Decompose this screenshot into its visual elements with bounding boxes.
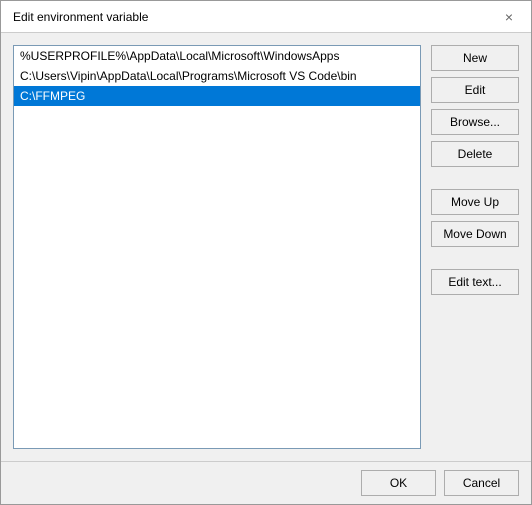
- env-var-list[interactable]: %USERPROFILE%\AppData\Local\Microsoft\Wi…: [13, 45, 421, 449]
- delete-button[interactable]: Delete: [431, 141, 519, 167]
- list-item[interactable]: C:\FFMPEG: [14, 86, 420, 106]
- dialog-footer: OK Cancel: [1, 461, 531, 504]
- buttons-panel: New Edit Browse... Delete Move Up Move D…: [431, 45, 519, 449]
- browse-button[interactable]: Browse...: [431, 109, 519, 135]
- list-item[interactable]: C:\Users\Vipin\AppData\Local\Programs\Mi…: [14, 66, 420, 86]
- edit-button[interactable]: Edit: [431, 77, 519, 103]
- list-item[interactable]: %USERPROFILE%\AppData\Local\Microsoft\Wi…: [14, 46, 420, 66]
- edit-env-var-dialog: Edit environment variable × %USERPROFILE…: [0, 0, 532, 505]
- ok-button[interactable]: OK: [361, 470, 436, 496]
- spacer-2: [431, 253, 519, 263]
- close-button[interactable]: ×: [499, 7, 519, 27]
- spacer-1: [431, 173, 519, 183]
- move-down-button[interactable]: Move Down: [431, 221, 519, 247]
- move-up-button[interactable]: Move Up: [431, 189, 519, 215]
- dialog-body: %USERPROFILE%\AppData\Local\Microsoft\Wi…: [1, 33, 531, 461]
- dialog-title: Edit environment variable: [13, 10, 148, 24]
- edit-text-button[interactable]: Edit text...: [431, 269, 519, 295]
- new-button[interactable]: New: [431, 45, 519, 71]
- cancel-button[interactable]: Cancel: [444, 470, 519, 496]
- title-bar: Edit environment variable ×: [1, 1, 531, 33]
